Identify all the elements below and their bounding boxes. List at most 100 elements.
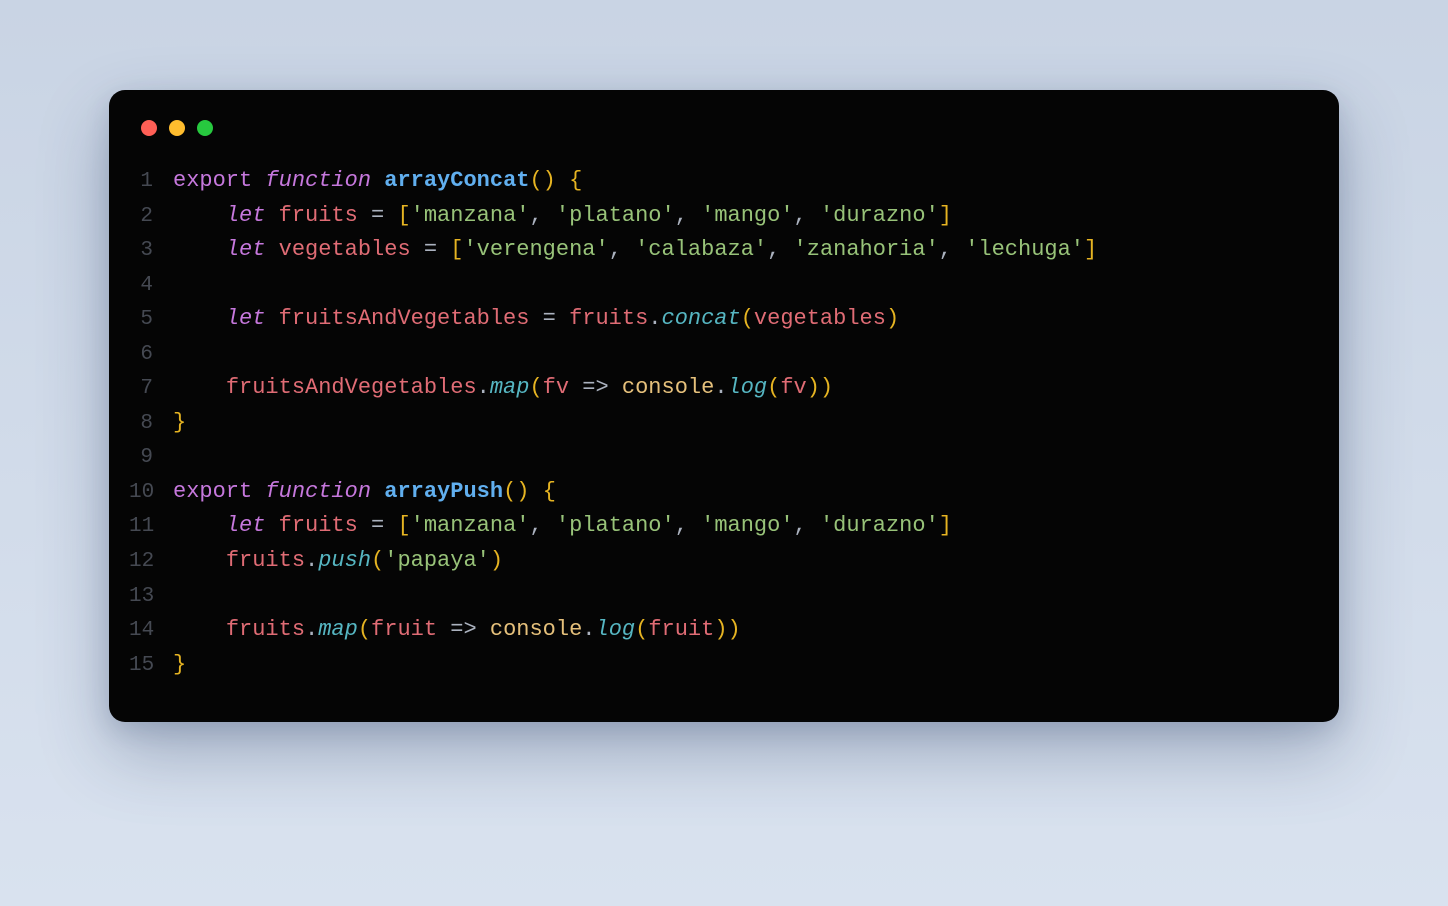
line-content: } bbox=[173, 406, 186, 440]
token: let bbox=[226, 203, 266, 228]
token bbox=[529, 479, 542, 504]
token: => bbox=[582, 375, 608, 400]
token: 'manzana' bbox=[411, 203, 530, 228]
token: => bbox=[450, 617, 476, 642]
token bbox=[265, 203, 278, 228]
token: vegetables bbox=[754, 306, 886, 331]
token: [ bbox=[397, 203, 410, 228]
token bbox=[556, 168, 569, 193]
token: ( bbox=[371, 548, 384, 573]
code-line: 6 bbox=[129, 337, 1313, 372]
token bbox=[569, 375, 582, 400]
token: ) bbox=[886, 306, 899, 331]
line-number: 8 bbox=[129, 408, 173, 441]
token: let bbox=[226, 513, 266, 538]
line-number: 12 bbox=[129, 546, 173, 579]
code-line: 14 fruits.map(fruit => console.log(fruit… bbox=[129, 613, 1313, 648]
token bbox=[252, 168, 265, 193]
token: = bbox=[371, 513, 384, 538]
line-content: fruits.map(fruit => console.log(fruit)) bbox=[173, 613, 741, 647]
token: concat bbox=[662, 306, 741, 331]
token: , bbox=[939, 237, 965, 262]
token bbox=[529, 306, 542, 331]
line-content bbox=[173, 337, 186, 371]
token: } bbox=[173, 652, 186, 677]
token: . bbox=[305, 548, 318, 573]
token: vegetables bbox=[279, 237, 411, 262]
token: ( bbox=[358, 617, 371, 642]
token: fv bbox=[543, 375, 569, 400]
token: 'mango' bbox=[701, 203, 793, 228]
token: . bbox=[714, 375, 727, 400]
token: log bbox=[596, 617, 636, 642]
token: let bbox=[226, 306, 266, 331]
window-controls bbox=[129, 120, 1313, 164]
token bbox=[265, 513, 278, 538]
line-content: } bbox=[173, 648, 186, 682]
token: 'manzana' bbox=[411, 513, 530, 538]
token: . bbox=[305, 617, 318, 642]
token: = bbox=[424, 237, 437, 262]
code-line: 2 let fruits = ['manzana', 'platano', 'm… bbox=[129, 199, 1313, 234]
code-line: 3 let vegetables = ['verengena', 'calaba… bbox=[129, 233, 1313, 268]
token: fruits bbox=[226, 617, 305, 642]
token bbox=[252, 479, 265, 504]
line-number: 15 bbox=[129, 650, 173, 683]
line-number: 14 bbox=[129, 615, 173, 648]
close-icon[interactable] bbox=[141, 120, 157, 136]
code-line: 13 bbox=[129, 579, 1313, 614]
token bbox=[609, 375, 622, 400]
line-content: let fruits = ['manzana', 'platano', 'man… bbox=[173, 199, 952, 233]
token: , bbox=[609, 237, 635, 262]
token bbox=[173, 203, 226, 228]
token bbox=[358, 203, 371, 228]
token bbox=[384, 203, 397, 228]
token: function bbox=[265, 479, 371, 504]
token: } bbox=[173, 410, 186, 435]
line-number: 4 bbox=[129, 270, 173, 303]
token: arrayPush bbox=[384, 479, 503, 504]
token: 'calabaza' bbox=[635, 237, 767, 262]
token: ] bbox=[939, 203, 952, 228]
token: [ bbox=[450, 237, 463, 262]
token bbox=[173, 548, 226, 573]
token: 'papaya' bbox=[384, 548, 490, 573]
code-line: 10export function arrayPush() { bbox=[129, 475, 1313, 510]
token: , bbox=[529, 203, 555, 228]
token: ] bbox=[939, 513, 952, 538]
token: )) bbox=[807, 375, 833, 400]
token: . bbox=[648, 306, 661, 331]
token bbox=[173, 375, 226, 400]
token bbox=[371, 168, 384, 193]
token: ( bbox=[767, 375, 780, 400]
token: 'platano' bbox=[556, 203, 675, 228]
line-content: export function arrayPush() { bbox=[173, 475, 556, 509]
token bbox=[173, 237, 226, 262]
line-content bbox=[173, 440, 186, 474]
token: fruits bbox=[569, 306, 648, 331]
token: 'zanahoria' bbox=[794, 237, 939, 262]
line-number: 7 bbox=[129, 373, 173, 406]
line-number: 5 bbox=[129, 304, 173, 337]
code-editor[interactable]: 1export function arrayConcat() {2 let fr… bbox=[129, 164, 1313, 682]
line-content: fruits.push('papaya') bbox=[173, 544, 503, 578]
token: let bbox=[226, 237, 266, 262]
token: console bbox=[622, 375, 714, 400]
code-line: 5 let fruitsAndVegetables = fruits.conca… bbox=[129, 302, 1313, 337]
token bbox=[437, 237, 450, 262]
token: fruitsAndVegetables bbox=[226, 375, 477, 400]
token: { bbox=[543, 479, 556, 504]
zoom-icon[interactable] bbox=[197, 120, 213, 136]
minimize-icon[interactable] bbox=[169, 120, 185, 136]
line-number: 2 bbox=[129, 201, 173, 234]
token: . bbox=[582, 617, 595, 642]
token: function bbox=[265, 168, 371, 193]
token: map bbox=[318, 617, 358, 642]
token: 'lechuga' bbox=[965, 237, 1084, 262]
code-window: 1export function arrayConcat() {2 let fr… bbox=[109, 90, 1339, 722]
line-number: 13 bbox=[129, 581, 173, 614]
token: ) bbox=[490, 548, 503, 573]
line-content: fruitsAndVegetables.map(fv => console.lo… bbox=[173, 371, 833, 405]
token: () bbox=[529, 168, 555, 193]
code-line: 9 bbox=[129, 440, 1313, 475]
